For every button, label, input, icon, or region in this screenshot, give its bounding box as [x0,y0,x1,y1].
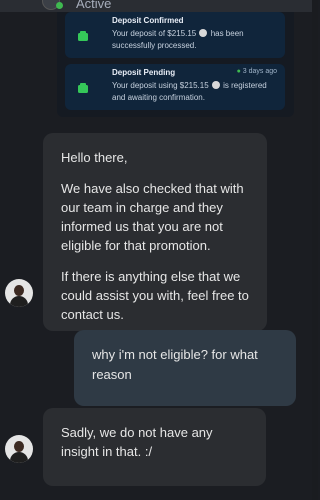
coin-icon [199,29,208,37]
coin-icon [211,81,220,89]
agent-message: Sadly, we do not have any insight in tha… [43,408,266,486]
notification-deposit-confirmed[interactable]: Deposit Confirmed Your deposit of $215.1… [65,12,285,58]
message-paragraph: Hello there, [61,150,128,165]
user-message: why i'm not eligible? for what reason [74,330,296,406]
notification-time: ● 3 days ago [236,68,277,75]
message-paragraph: We have also checked that with our team … [61,181,244,253]
notification-title: Deposit Confirmed [112,16,184,25]
agent-avatar [5,435,33,463]
wallet-icon [78,83,88,93]
wallet-icon [78,31,88,41]
agent-avatar [5,279,33,307]
agent-message: Hello there, We have also checked that w… [43,133,267,331]
notification-body: Your deposit of $215.15 has been success… [112,29,244,50]
online-status-dot [56,2,63,9]
notification-body: Your deposit using $215.15 is registered… [112,81,267,102]
notification-deposit-pending[interactable]: Deposit Pending ● 3 days ago Your deposi… [65,64,285,110]
scrollbar[interactable] [312,0,318,500]
chat-header: Active [0,0,318,12]
status-dot-icon: ● [236,68,241,75]
header-status: Active [76,0,112,11]
notification-title: Deposit Pending [112,68,176,77]
message-paragraph: If there is anything else that we could … [61,269,249,322]
notifications-panel: Deposit Confirmed Your deposit of $215.1… [57,12,294,117]
